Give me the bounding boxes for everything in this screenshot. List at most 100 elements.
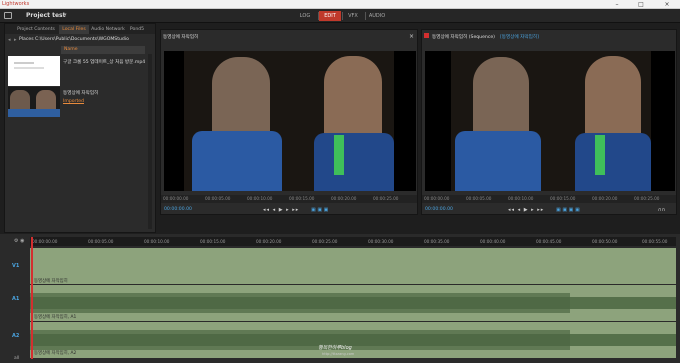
column-header-label: Name — [64, 47, 78, 52]
thumb-line — [14, 67, 44, 69]
column-header-name[interactable]: Name — [61, 46, 145, 54]
track-label-v1[interactable]: V1 — [12, 263, 19, 269]
watermark-url: http://ttzzang.com — [322, 352, 355, 356]
file-thumbnail[interactable] — [8, 56, 60, 86]
path-field[interactable]: C:\Users\Public\Documents\WGOMStudio — [35, 37, 129, 42]
exit-project-icon[interactable] — [4, 12, 12, 19]
ruler-tick: 00:00:15.00 — [200, 239, 226, 244]
places-dropdown[interactable]: Places — [19, 37, 34, 42]
vertical-scrollbar[interactable] — [148, 54, 152, 229]
tab-project-contents[interactable]: Project Contents — [15, 25, 57, 34]
ruler-tick: 00:00:55.00 — [642, 239, 668, 244]
tab-pond5[interactable]: Pond5 — [127, 25, 147, 34]
video-uniform-left — [192, 131, 282, 191]
ruler-tick: 00:00:15.00 — [289, 196, 315, 201]
minimize-icon[interactable]: – — [606, 0, 628, 9]
ruler-tick: 00:00:45.00 — [536, 239, 562, 244]
content-browser: Project Contents Local Files Audio Netwo… — [4, 23, 156, 252]
ruler-tick: 00:00:25.00 — [634, 196, 660, 201]
source-ruler[interactable]: 00:00:00.00 00:00:05.00 00:00:10.00 00:0… — [161, 195, 417, 203]
track-label-a2[interactable]: A2 — [12, 333, 19, 339]
record-monitor-title: 동영상에 자막입히 (Sequence) — [432, 35, 495, 40]
video-figure-right — [324, 56, 382, 144]
close-icon[interactable]: × — [656, 0, 678, 9]
ruler-tick: 00:00:05.00 — [88, 239, 114, 244]
video-uniform-left — [455, 131, 541, 191]
tab-log[interactable]: LOG — [294, 11, 316, 21]
clip-name: 동영상에 자막입히, A1 — [34, 315, 77, 320]
timeline-settings-icon[interactable]: ⚙ ◉ — [14, 238, 24, 244]
record-monitor-header: 동영상에 자막입히 (Sequence) [동영상에 자막입히] — [422, 30, 676, 43]
mark-in-out-icon[interactable]: ▣ ▣ ▣ — [311, 207, 328, 213]
video-uniform-right — [314, 133, 394, 191]
tab-edit[interactable]: EDIT — [319, 11, 341, 21]
ruler-tick: 00:00:40.00 — [480, 239, 506, 244]
window-titlebar: Lightworks – □ × — [0, 0, 680, 9]
source-monitor-title: 동영상에 자막입히 — [163, 35, 199, 40]
ruler-tick: 00:00:20.00 — [331, 196, 357, 201]
waveform-a1 — [30, 293, 676, 313]
browser-nav: ◂ ▸ Places C:\Users\Public\Documents\WGO… — [5, 35, 155, 44]
all-tracks-toggle[interactable]: all — [14, 356, 19, 361]
watermark-text: 행복한하루blog — [318, 345, 352, 351]
ruler-tick: 00:00:20.00 — [256, 239, 282, 244]
record-monitor-subtitle: [동영상에 자막입히] — [500, 35, 539, 40]
source-monitor-header: 동영상에 자막입히 × — [161, 30, 417, 43]
record-transport: 00:00:00.00 ◂◂ ◂ ▶ ▸ ▸▸ ▣ ▣ ▣ ▣ ∩∩ — [422, 205, 676, 215]
forward-arrow-icon[interactable]: ▸ — [14, 37, 17, 43]
ruler-tick: 00:00:10.00 — [247, 196, 273, 201]
ruler-tick: 00:00:35.00 — [424, 239, 450, 244]
record-indicator-icon — [424, 33, 429, 38]
ruler-tick: 00:00:10.00 — [144, 239, 170, 244]
ruler-tick: 00:00:15.00 — [550, 196, 576, 201]
mark-in-out-icon[interactable]: ▣ ▣ ▣ ▣ — [556, 207, 580, 213]
source-timecode[interactable]: 00:00:00.00 — [164, 207, 192, 212]
ruler-tick: 00:00:00.00 — [424, 196, 450, 201]
clip-name: 동영상에 자막입히 — [34, 279, 68, 284]
transport-controls-icon[interactable]: ◂◂ ◂ ▶ ▸ ▸▸ — [263, 207, 299, 213]
record-ruler[interactable]: 00:00:00.00 00:00:05.00 00:00:10.00 00:0… — [422, 195, 676, 203]
tab-local-files[interactable]: Local Files — [59, 25, 89, 34]
tab-audio-network[interactable]: Audio Network — [89, 25, 127, 34]
headphones-icon[interactable]: ∩∩ — [658, 207, 665, 213]
video-uniform-right — [575, 133, 651, 191]
ruler-tick: 00:00:00.00 — [163, 196, 189, 201]
ruler-tick: 00:00:25.00 — [312, 239, 338, 244]
back-arrow-icon[interactable]: ◂ — [8, 37, 11, 43]
file-thumbnail[interactable] — [8, 87, 60, 117]
ruler-tick: 00:00:10.00 — [508, 196, 534, 201]
ruler-tick: 00:00:25.00 — [373, 196, 399, 201]
ruler-tick: 00:00:30.00 — [368, 239, 394, 244]
source-transport: 00:00:00.00 ◂◂ ◂ ▶ ▸ ▸▸ ▣ ▣ ▣ — [161, 205, 417, 215]
video-frame — [164, 51, 416, 191]
app-title: Lightworks — [2, 1, 30, 7]
file-name[interactable]: 구글 크롬 55 업데이트_상 처음 방문.mp4 — [63, 59, 145, 65]
ruler-tick: 00:00:50.00 — [592, 239, 618, 244]
maximize-icon[interactable]: □ — [630, 0, 652, 9]
file-status: Imported — [63, 99, 84, 104]
track-label-a1[interactable]: A1 — [12, 296, 19, 302]
ruler-tick: 00:00:20.00 — [592, 196, 618, 201]
transport-controls-icon[interactable]: ◂◂ ◂ ▶ ▸ ▸▸ — [508, 207, 544, 213]
source-monitor: 동영상에 자막입히 × 00:00:00.00 00:00:05.00 00:0… — [160, 29, 418, 215]
top-bar: Project test ▾ LOG EDIT VFX AUDIO — [0, 9, 680, 23]
timeline-ruler[interactable]: 00:00:00.00 00:00:05.00 00:00:10.00 00:0… — [30, 237, 676, 246]
ruler-tick: 00:00:05.00 — [466, 196, 492, 201]
video-figure-right — [585, 56, 641, 144]
ruler-tick: 00:00:05.00 — [205, 196, 231, 201]
video-frame — [425, 51, 675, 191]
tab-audio[interactable]: AUDIO — [366, 11, 388, 21]
video-collar-green — [334, 135, 344, 175]
thumb-uniform — [8, 109, 60, 117]
audio-track-a1[interactable] — [30, 285, 676, 321]
tab-vfx[interactable]: VFX — [342, 11, 364, 21]
video-collar-green — [595, 135, 605, 175]
project-menu-chevron-icon[interactable]: ▾ — [64, 12, 67, 18]
thumb-line — [14, 62, 34, 64]
record-timecode[interactable]: 00:00:00.00 — [425, 207, 453, 212]
file-name[interactable]: 동영상에 자막입히 — [63, 90, 98, 96]
video-track-v1[interactable] — [30, 248, 676, 284]
timeline-playhead[interactable] — [31, 237, 33, 359]
close-icon[interactable]: × — [409, 33, 414, 40]
clip-name: 동영상에 자막입히, A2 — [34, 351, 77, 356]
